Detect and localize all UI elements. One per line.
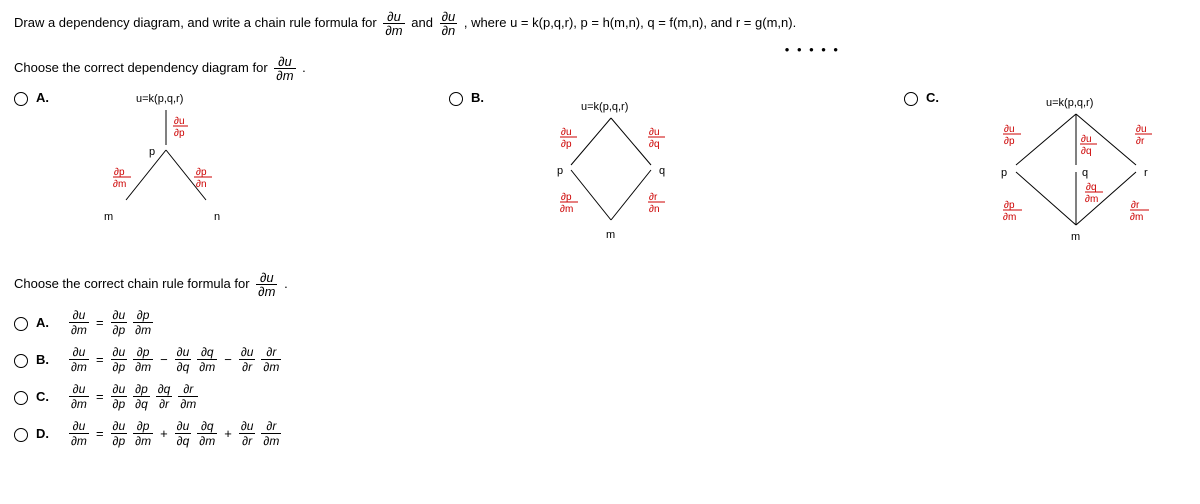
radio-c[interactable] xyxy=(904,92,918,106)
diagram-b-svg: u=k(p,q,r) ∂u ∂p ∂u ∂q p q ∂p ∂m xyxy=(521,90,701,250)
svg-text:∂p: ∂p xyxy=(1004,136,1015,147)
svg-text:∂m: ∂m xyxy=(1085,194,1098,205)
svg-text:∂p: ∂p xyxy=(561,139,572,150)
svg-text:∂m: ∂m xyxy=(1130,212,1143,223)
svg-text:∂q: ∂q xyxy=(1086,182,1097,193)
svg-text:∂u: ∂u xyxy=(649,127,660,138)
chain-rule-prompt: Choose the correct chain rule formula fo… xyxy=(14,271,1186,298)
diagram-a-svg: u=k(p,q,r) ∂u ∂p p ∂p ∂m ∂p ∂n m n xyxy=(86,90,246,240)
chain-option-d[interactable]: D. ∂u∂m = ∂u∂p ∂p∂m + ∂u∂q ∂q∂m + ∂u∂r ∂… xyxy=(14,419,1186,448)
chain-option-b[interactable]: B. ∂u∂m = ∂u∂p ∂p∂m − ∂u∂q ∂q∂m − ∂u∂r ∂… xyxy=(14,345,1186,374)
svg-text:∂q: ∂q xyxy=(1081,146,1092,157)
svg-text:∂p: ∂p xyxy=(1004,200,1015,211)
svg-text:∂p: ∂p xyxy=(196,167,207,178)
svg-text:m: m xyxy=(104,211,113,223)
frac-du-dn: ∂u ∂n xyxy=(440,10,458,37)
svg-text:∂m: ∂m xyxy=(1003,212,1016,223)
svg-text:∂n: ∂n xyxy=(196,179,207,190)
svg-text:m: m xyxy=(606,229,615,241)
svg-text:∂p: ∂p xyxy=(561,192,572,203)
svg-text:∂r: ∂r xyxy=(1131,200,1140,211)
svg-text:∂n: ∂n xyxy=(649,204,660,215)
svg-text:n: n xyxy=(214,211,220,223)
svg-text:∂u: ∂u xyxy=(1136,124,1147,135)
svg-text:p: p xyxy=(557,165,563,177)
svg-text:∂r: ∂r xyxy=(649,192,658,203)
radio-chain-c[interactable] xyxy=(14,391,28,405)
svg-text:∂q: ∂q xyxy=(649,139,660,150)
diagram-c-svg: u=k(p,q,r) ∂u ∂p ∂u ∂q ∂u ∂r p q r xyxy=(976,90,1176,250)
svg-text:∂m: ∂m xyxy=(113,179,126,190)
diagram-option-b[interactable]: B. u=k(p,q,r) ∂u ∂p ∂u ∂q p q ∂p xyxy=(449,90,701,253)
radio-b[interactable] xyxy=(449,92,463,106)
radio-chain-a[interactable] xyxy=(14,317,28,331)
radio-chain-b[interactable] xyxy=(14,354,28,368)
svg-text:∂p: ∂p xyxy=(174,128,185,139)
svg-text:∂u: ∂u xyxy=(174,116,185,127)
svg-text:m: m xyxy=(1071,231,1080,243)
svg-text:∂r: ∂r xyxy=(1136,136,1145,147)
svg-text:u=k(p,q,r): u=k(p,q,r) xyxy=(1046,97,1093,109)
svg-text:p: p xyxy=(1001,167,1007,179)
svg-text:∂p: ∂p xyxy=(114,167,125,178)
svg-text:∂u: ∂u xyxy=(561,127,572,138)
diagram-option-c[interactable]: C. u=k(p,q,r) ∂u ∂p ∂u ∂q ∂u ∂r p xyxy=(904,90,1176,253)
chain-option-c[interactable]: C. ∂u∂m = ∂u∂p ∂p∂q ∂q∂r ∂r∂m xyxy=(14,382,1186,411)
svg-text:q: q xyxy=(659,165,665,177)
svg-text:r: r xyxy=(1144,167,1148,179)
question-text: Draw a dependency diagram, and write a c… xyxy=(14,10,1186,37)
chain-option-a[interactable]: A. ∂u∂m = ∂u∂p ∂p∂m xyxy=(14,308,1186,337)
svg-text:∂m: ∂m xyxy=(560,204,573,215)
expand-dots[interactable]: • • • • • xyxy=(785,42,840,57)
svg-text:∂u: ∂u xyxy=(1004,124,1015,135)
svg-text:q: q xyxy=(1082,167,1088,179)
radio-a[interactable] xyxy=(14,92,28,106)
diagram-option-a[interactable]: A. u=k(p,q,r) ∂u ∂p p ∂p ∂m ∂p ∂n xyxy=(14,90,246,253)
svg-text:u=k(p,q,r): u=k(p,q,r) xyxy=(136,93,183,105)
frac-du-dm: ∂u ∂m xyxy=(383,10,404,37)
svg-text:p: p xyxy=(149,146,155,158)
diagram-prompt: Choose the correct dependency diagram fo… xyxy=(14,55,1186,82)
svg-text:u=k(p,q,r): u=k(p,q,r) xyxy=(581,101,628,113)
radio-chain-d[interactable] xyxy=(14,428,28,442)
svg-text:∂u: ∂u xyxy=(1081,134,1092,145)
